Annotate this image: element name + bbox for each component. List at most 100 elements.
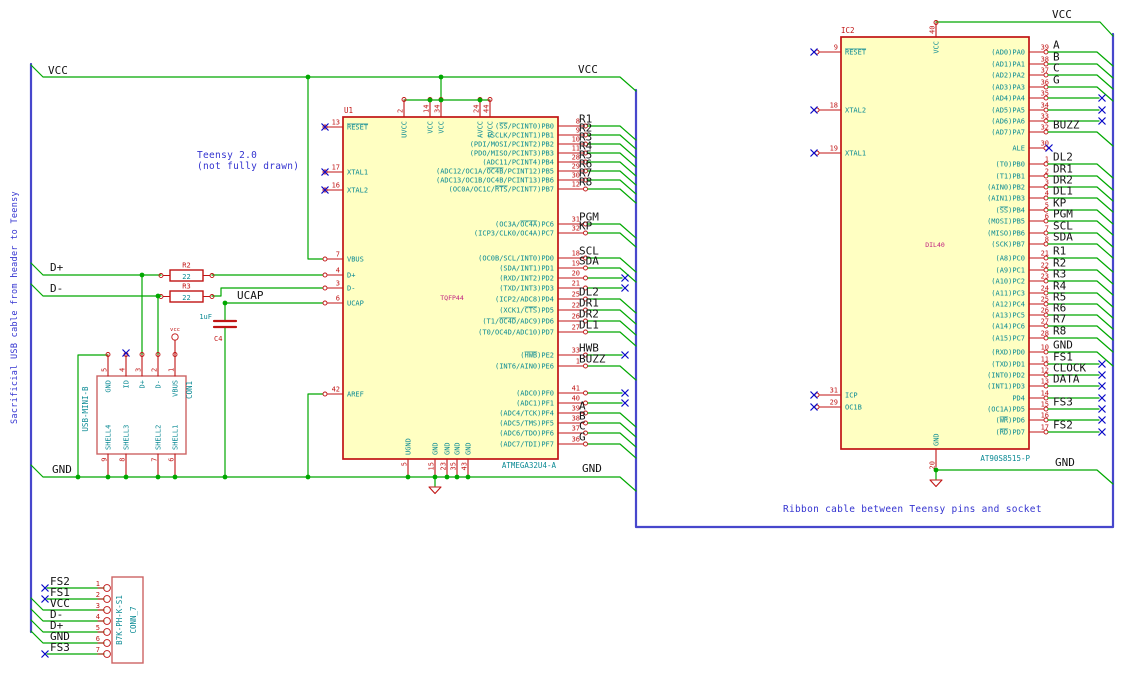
wire[interactable] bbox=[587, 179, 637, 195]
wire[interactable] bbox=[587, 422, 637, 438]
pin-name: (ADC5/TMS)PF5 bbox=[499, 420, 554, 428]
net-label-buzz[interactable]: BUZZ bbox=[1053, 119, 1080, 132]
pin-number: 8 bbox=[1045, 236, 1049, 244]
pin-number: 44 bbox=[483, 105, 491, 113]
schematic-canvas: U1 ATMEGA32U4-A TQFP44 13 RESET 17 XTAL1 16 XTAL… bbox=[0, 0, 1131, 690]
net-label-fs2[interactable]: FS2 bbox=[1053, 419, 1073, 432]
pin-name: (A15)PC7 bbox=[991, 335, 1025, 343]
pin-number: 38 bbox=[1041, 56, 1049, 64]
wire[interactable] bbox=[30, 64, 637, 92]
wire[interactable] bbox=[587, 125, 637, 141]
wire[interactable] bbox=[587, 170, 637, 186]
pin-name: UGND bbox=[405, 438, 413, 455]
pin-number: 5 bbox=[96, 624, 100, 632]
pin-number: 10 bbox=[1041, 344, 1049, 352]
net-label-vcc[interactable]: VCC bbox=[1052, 8, 1072, 21]
wire[interactable] bbox=[307, 76, 324, 260]
junction-dot bbox=[222, 474, 228, 480]
vcc-power-label: vcc bbox=[170, 327, 180, 333]
pin-name: VBUS bbox=[347, 256, 364, 264]
net-label-dl1[interactable]: DL1 bbox=[579, 319, 599, 332]
pin-number: 2 bbox=[151, 368, 159, 372]
net-label-g[interactable]: G bbox=[1053, 74, 1060, 87]
pin-name: (ADC1)PF1 bbox=[516, 400, 554, 408]
pin-name: SHELL2 bbox=[155, 425, 163, 450]
net-label-gnd[interactable]: GND bbox=[52, 463, 72, 476]
note-text: Sacrificial USB cable from header to Tee… bbox=[10, 191, 20, 424]
net-label-r8[interactable]: R8 bbox=[1053, 325, 1066, 338]
value-con1: USB-MINI-B bbox=[81, 386, 90, 432]
wire[interactable] bbox=[587, 412, 637, 428]
wire[interactable] bbox=[587, 143, 637, 159]
wire[interactable] bbox=[1047, 131, 1114, 147]
net-label-vcc[interactable]: VCC bbox=[578, 63, 598, 76]
pin-name: (OC0A/OC1C/RTS/PCINT7)PB7 bbox=[449, 186, 554, 194]
pin-name: (OC1A)PD5 bbox=[987, 406, 1025, 414]
net-label-d-[interactable]: D- bbox=[50, 282, 63, 295]
pin-number: 27 bbox=[1041, 318, 1049, 326]
wire[interactable] bbox=[587, 443, 637, 459]
wire[interactable] bbox=[587, 223, 637, 239]
wire[interactable] bbox=[224, 302, 324, 322]
pin-number: 21 bbox=[1041, 250, 1049, 258]
pin-number: 33 bbox=[1041, 113, 1049, 121]
net-label-d+[interactable]: D+ bbox=[50, 261, 64, 274]
net-label-gnd[interactable]: GND bbox=[1055, 456, 1075, 469]
wire[interactable] bbox=[30, 608, 105, 622]
pin-number: 24 bbox=[1041, 285, 1049, 293]
wire[interactable] bbox=[935, 469, 1114, 485]
pin-number: 3 bbox=[336, 280, 340, 288]
wire[interactable] bbox=[587, 134, 637, 150]
wire[interactable] bbox=[935, 21, 1114, 37]
pin-name: (MISO)PB6 bbox=[987, 230, 1025, 238]
wire[interactable] bbox=[587, 161, 637, 177]
pin-number: 7 bbox=[151, 458, 159, 462]
wire[interactable] bbox=[587, 432, 637, 448]
net-label-ucap[interactable]: UCAP bbox=[237, 289, 264, 302]
pin-end bbox=[583, 390, 588, 396]
ground-symbol bbox=[929, 479, 943, 488]
net-label-sda[interactable]: SDA bbox=[579, 255, 599, 268]
pin-number: 3 bbox=[96, 602, 100, 610]
junction-dot bbox=[75, 474, 81, 480]
wire[interactable] bbox=[211, 287, 324, 297]
net-label-g[interactable]: G bbox=[579, 431, 586, 444]
pin-number: 1 bbox=[96, 580, 100, 588]
wire[interactable] bbox=[307, 393, 324, 478]
pin-number: 6 bbox=[336, 295, 340, 303]
ref-ic2: IC2 bbox=[841, 26, 855, 35]
pin-end bbox=[583, 275, 588, 281]
net-label-data[interactable]: DATA bbox=[1053, 373, 1080, 386]
net-label-r8[interactable]: R8 bbox=[579, 176, 592, 189]
junction-dot bbox=[432, 474, 438, 480]
pin-number: 43 bbox=[461, 462, 469, 470]
net-label-fs3[interactable]: FS3 bbox=[50, 641, 70, 654]
net-label-gnd[interactable]: GND bbox=[582, 462, 602, 475]
wire[interactable] bbox=[587, 267, 637, 283]
net-label-buzz[interactable]: BUZZ bbox=[579, 353, 606, 366]
pin-number: 16 bbox=[1041, 412, 1049, 420]
pin-number: 8 bbox=[119, 458, 127, 462]
net-label-vcc[interactable]: VCC bbox=[48, 64, 68, 77]
net-label-sda[interactable]: SDA bbox=[1053, 231, 1073, 244]
pin-number: 6 bbox=[168, 458, 176, 462]
junction-dot bbox=[305, 474, 311, 480]
pin-name: (TXD)PD1 bbox=[991, 361, 1025, 369]
pin-number: 13 bbox=[1041, 378, 1049, 386]
pin-name: UVCC bbox=[401, 121, 409, 138]
pin-end bbox=[103, 650, 111, 658]
wire[interactable] bbox=[587, 188, 637, 204]
net-label-fs3[interactable]: FS3 bbox=[1053, 396, 1073, 409]
net-label-kp[interactable]: KP bbox=[579, 220, 593, 233]
pin-name: XTAL1 bbox=[845, 150, 866, 158]
ref-u1: U1 bbox=[344, 106, 353, 115]
pin-number: 6 bbox=[96, 635, 100, 643]
pin-number: 4 bbox=[336, 267, 340, 275]
wire[interactable] bbox=[587, 365, 637, 381]
footprint-ic2: DIL40 bbox=[925, 241, 945, 249]
pin-name: (T1/OC4D/ADC9)PD6 bbox=[482, 318, 554, 326]
pin-number: 1 bbox=[1045, 156, 1049, 164]
wire[interactable] bbox=[587, 152, 637, 168]
pin-name: AREF bbox=[347, 391, 364, 399]
pin-number: 39 bbox=[1041, 44, 1049, 52]
